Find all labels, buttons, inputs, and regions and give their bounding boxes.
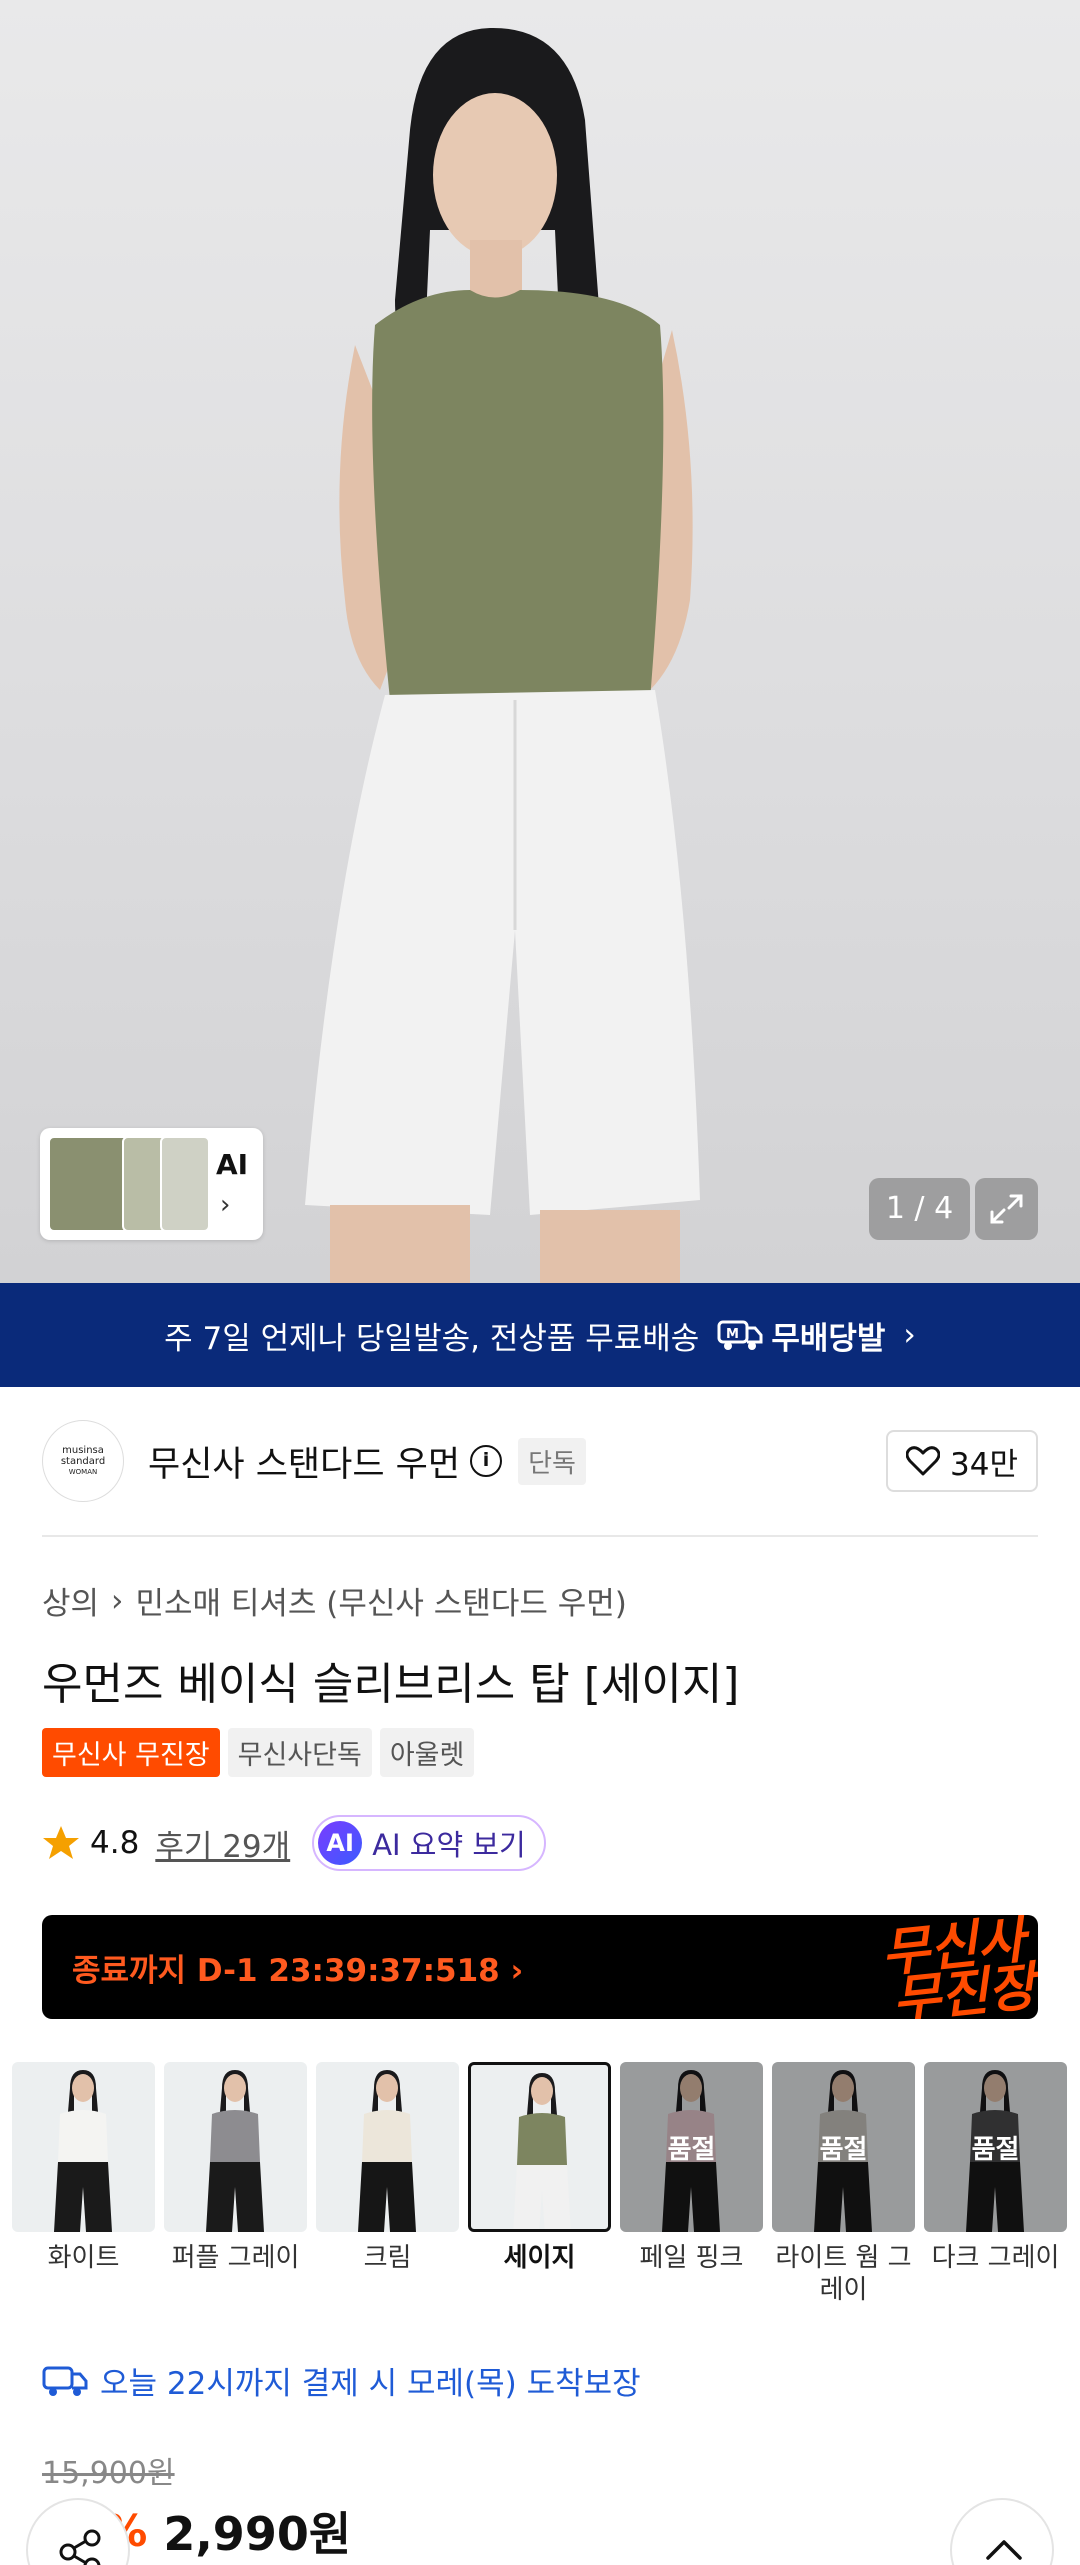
brand-name[interactable]: 무신사 스탠다드 우먼	[148, 1436, 460, 1487]
option-label: 라이트 웜 그레이	[775, 2243, 912, 2305]
option-image: 품절	[772, 2062, 915, 2232]
like-button[interactable]: 34만	[886, 1430, 1038, 1492]
option-label: 크림	[363, 2243, 412, 2273]
thumbnail-image	[160, 1136, 210, 1232]
product-title: 우먼즈 베이식 슬리브리스 탑 [세이지]	[42, 1659, 740, 1710]
original-price: 15,900원	[42, 2456, 175, 2491]
chevron-right-icon: ›	[111, 1582, 124, 1619]
star-icon	[43, 1826, 79, 1859]
exclusive-badge: 단독	[518, 1437, 586, 1485]
like-count: 34만	[950, 1446, 1018, 1483]
chevron-up-icon	[986, 2540, 1022, 2560]
chevron-right-icon: ›	[903, 1317, 916, 1353]
expand-icon	[990, 1194, 1023, 1224]
color-option[interactable]: 품절페일 핑크	[620, 2062, 763, 2274]
option-model-photo	[358, 2070, 416, 2232]
option-image	[468, 2062, 611, 2232]
option-image: 품절	[924, 2062, 1067, 2232]
info-icon[interactable]: i	[470, 1445, 503, 1477]
color-option[interactable]: 품절라이트 웜 그레이	[772, 2062, 915, 2306]
brand-logo-text: WOMAN	[68, 1467, 98, 1476]
option-model-photo	[54, 2070, 112, 2232]
delivery-truck-icon	[42, 2366, 88, 2396]
brand-row: musinsa standard WOMAN 무신사 스탠다드 우먼 i 단독 …	[42, 1420, 1038, 1502]
option-label: 화이트	[47, 2243, 120, 2273]
tag: 무신사 무진장	[42, 1728, 220, 1777]
option-image: 품절	[620, 2062, 763, 2232]
ai-summary-label: AI 요약 보기	[372, 1828, 526, 1862]
rating-row: 4.8 후기 29개 AI AI 요약 보기	[42, 1815, 546, 1871]
event-logo-text: 무진장	[890, 1956, 1038, 2019]
option-image	[12, 2062, 155, 2232]
free-delivery-service: M 무배당발	[717, 1313, 885, 1358]
breadcrumb-item[interactable]: 상의	[42, 1578, 99, 1623]
brand-logo[interactable]: musinsa standard WOMAN	[42, 1420, 124, 1502]
brand-logo-text: musinsa	[62, 1444, 104, 1456]
ai-summary-button[interactable]: AI AI 요약 보기	[312, 1815, 546, 1871]
model-photo	[305, 27, 700, 1283]
review-link[interactable]: 후기 29개	[155, 1821, 290, 1866]
sold-out-overlay: 품절	[620, 2062, 763, 2232]
delivery-truck-icon: M	[717, 1320, 763, 1350]
sold-out-overlay: 품절	[772, 2062, 915, 2232]
image-counter: 1 / 4	[869, 1178, 970, 1240]
sold-out-overlay: 품절	[924, 2062, 1067, 2232]
thumbnail-ai-label: AI	[216, 1148, 249, 1181]
divider	[42, 1535, 1038, 1537]
option-model-photo	[513, 2073, 571, 2229]
breadcrumb-item[interactable]: 민소매 티셔츠 (무신사 스탠다드 우먼)	[135, 1578, 626, 1623]
arrival-text: 오늘 22시까지 결제 시 모레(목) 도착보장	[100, 2366, 641, 2402]
rating-value: 4.8	[90, 1825, 140, 1861]
ai-icon: AI	[318, 1821, 363, 1865]
share-icon	[59, 2529, 101, 2565]
option-label: 페일 핑크	[639, 2243, 744, 2273]
scroll-top-button[interactable]	[950, 2498, 1054, 2565]
delivery-banner[interactable]: 주 7일 언제나 당일발송, 전상품 무료배송 M 무배당발 ›	[0, 1283, 1080, 1387]
brand-logo-text: standard	[60, 1455, 106, 1467]
expand-button[interactable]	[975, 1178, 1038, 1240]
breadcrumb: 상의 › 민소매 티셔츠 (무신사 스탠다드 우먼)	[42, 1578, 627, 1623]
svg-text:M: M	[726, 1327, 739, 1342]
color-option[interactable]: 화이트	[12, 2062, 155, 2274]
color-options: 화이트 퍼플 그레이 크림 세이지 품절 페일 핑크 품절 라이트 웜 그레이 품절…	[0, 2062, 1080, 2322]
option-label: 세이지	[503, 2243, 576, 2273]
ai-thumbnail-preview[interactable]: AI ›	[40, 1128, 263, 1240]
option-label: 다크 그레이	[931, 2243, 1060, 2273]
option-image	[164, 2062, 307, 2232]
banner-text: 주 7일 언제나 당일발송, 전상품 무료배송	[164, 1320, 700, 1357]
tag: 아울렛	[379, 1728, 475, 1777]
current-price: 2,990원	[163, 2507, 352, 2561]
chevron-right-icon: ›	[220, 1190, 231, 1220]
color-option[interactable]: 품절다크 그레이	[924, 2062, 1067, 2274]
option-image	[316, 2062, 459, 2232]
color-option[interactable]: 크림	[316, 2062, 459, 2274]
color-option[interactable]: 퍼플 그레이	[164, 2062, 307, 2274]
sale-timer-banner[interactable]: 종료까지 D-1 23:39:37:518 › 무신사 무진장	[42, 1915, 1038, 2019]
option-label: 퍼플 그레이	[171, 2243, 300, 2273]
arrival-guarantee: 오늘 22시까지 결제 시 모레(목) 도착보장	[42, 2358, 641, 2403]
event-logo: 무신사 무진장	[879, 1915, 1038, 2019]
countdown-text: 종료까지 D-1 23:39:37:518 ›	[72, 1953, 524, 1989]
share-button[interactable]	[26, 2498, 130, 2565]
option-model-photo	[206, 2070, 264, 2232]
product-tags: 무신사 무진장 무신사단독 아울렛	[42, 1728, 475, 1777]
tag: 무신사단독	[227, 1728, 372, 1777]
product-image-gallery[interactable]: AI › 1 / 4	[0, 0, 1080, 1283]
service-name: 무배당발	[771, 1320, 886, 1357]
heart-icon	[906, 1446, 941, 1476]
color-option-selected[interactable]: 세이지	[468, 2062, 611, 2274]
